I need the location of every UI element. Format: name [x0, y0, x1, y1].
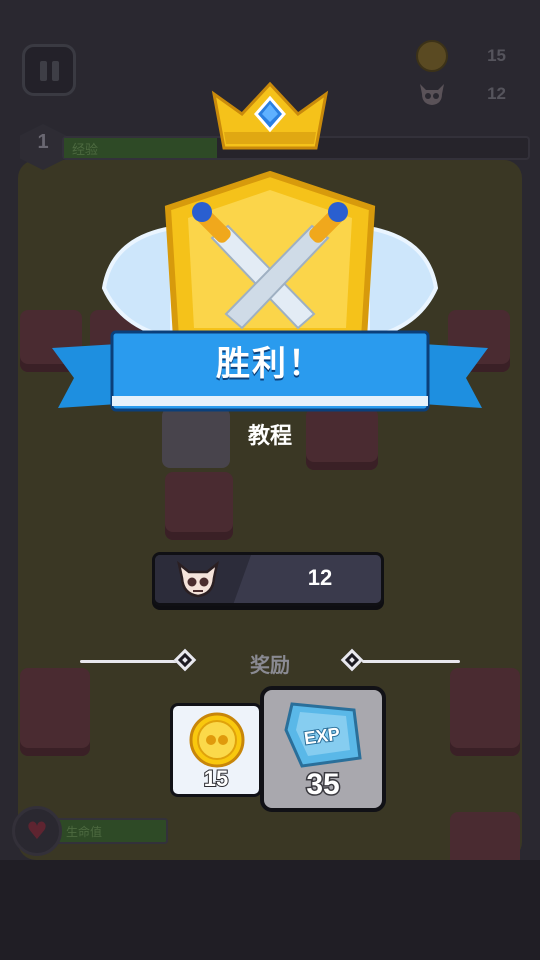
divider-right — [362, 660, 460, 663]
divider-left — [80, 660, 178, 663]
crate — [450, 668, 520, 756]
pause-icon — [40, 61, 47, 81]
coin-reward-card: 15 — [170, 703, 262, 797]
kill-summary-count: 12 — [307, 565, 333, 590]
exp-reward-card: EXP 35 — [260, 686, 386, 812]
rewards-title: 奖励 — [250, 653, 290, 677]
crate — [165, 472, 233, 540]
coin-icon — [416, 40, 448, 72]
victory-title: 胜利！ — [216, 344, 324, 384]
hp-label: 生命值 — [66, 825, 103, 839]
crown-icon — [211, 81, 329, 150]
kill-summary-panel: 12 — [152, 552, 384, 606]
exp-reward-amount: 35 — [305, 767, 341, 803]
skull-icon — [420, 84, 444, 105]
coin-reward-amount: 15 — [203, 765, 229, 792]
xp-label: 经验 — [72, 143, 99, 158]
coin-count: 15 — [487, 46, 506, 65]
coin-counter: 15 — [416, 40, 506, 74]
crate — [20, 668, 90, 756]
bottom-shadow — [0, 860, 540, 960]
exp-gem-icon: EXP — [284, 702, 362, 768]
kill-count: 12 — [487, 84, 506, 103]
hp-bar: 生命值 — [56, 818, 168, 844]
coin-icon — [189, 712, 245, 768]
kill-counter: 12 — [416, 78, 506, 112]
level-name: 教程 — [247, 424, 292, 449]
level-number: 1 — [37, 131, 49, 153]
pause-button[interactable] — [22, 44, 76, 96]
skull-icon — [177, 560, 219, 598]
heart-icon: ♥ — [12, 806, 62, 856]
